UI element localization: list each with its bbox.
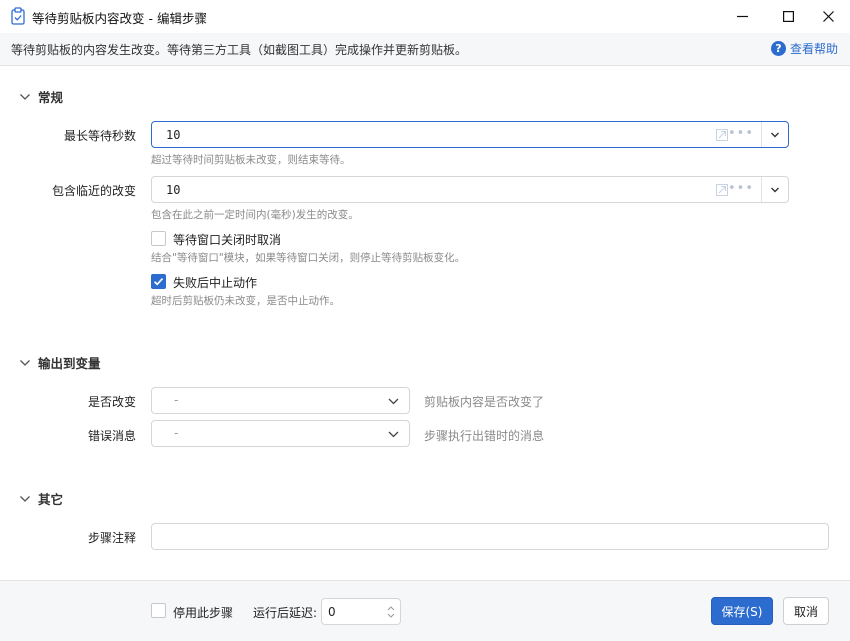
delay-value: 0: [328, 605, 336, 619]
include-recent-hint: 包含在此之前一定时间内(毫秒)发生的改变。: [151, 209, 359, 221]
changed-var-select[interactable]: -: [151, 387, 410, 414]
more-icon[interactable]: •••: [728, 126, 754, 141]
error-var-select[interactable]: -: [151, 420, 410, 447]
changed-var-label: 是否改变: [87, 395, 136, 409]
include-recent-field[interactable]: 10 •••: [151, 176, 789, 203]
changed-var-hint: 剪贴板内容是否改变了: [424, 395, 545, 409]
chevron-down-icon: [771, 187, 779, 192]
error-var-hint: 步骤执行出错时的消息: [424, 429, 545, 443]
chevron-down-icon: [20, 495, 30, 502]
max-wait-dropdown[interactable]: [761, 122, 788, 147]
expand-icon[interactable]: [716, 129, 728, 141]
cancel-on-close-label[interactable]: 等待窗口关闭时取消: [173, 231, 281, 248]
max-wait-label: 最长等待秒数: [63, 129, 136, 143]
stop-on-fail-hint: 超时后剪贴板仍未改变，是否中止动作。: [151, 295, 340, 307]
max-wait-field[interactable]: 10 •••: [151, 121, 789, 148]
minimize-icon: [736, 15, 748, 18]
save-button[interactable]: 保存(S): [711, 597, 773, 625]
note-label: 步骤注释: [87, 531, 136, 545]
clipboard-icon: [11, 7, 25, 25]
disable-step-label[interactable]: 停用此步骤: [173, 604, 233, 621]
stop-on-fail-label[interactable]: 失败后中止动作: [173, 274, 257, 291]
error-var-value: -: [174, 426, 179, 440]
more-icon[interactable]: •••: [728, 181, 754, 196]
spin-arrows-icon[interactable]: [386, 602, 396, 622]
include-recent-label: 包含临近的改变: [51, 184, 136, 198]
description-bar: 等待剪贴板的内容发生改变。等待第三方工具（如截图工具）完成操作并更新剪贴板。 ?…: [0, 33, 850, 66]
title-bar: 等待剪贴板内容改变 - 编辑步骤: [0, 0, 850, 33]
help-icon: ?: [771, 41, 786, 56]
cancel-button[interactable]: 取消: [783, 597, 829, 625]
chevron-down-icon: [388, 431, 399, 438]
max-wait-hint: 超过等待时间剪贴板未改变，则结束等待。: [151, 154, 351, 166]
changed-var-value: -: [174, 393, 179, 407]
chevron-down-icon: [388, 398, 399, 405]
cancel-on-close-checkbox[interactable]: [151, 231, 166, 246]
minimize-button[interactable]: [719, 0, 765, 33]
window-title: 等待剪贴板内容改变 - 编辑步骤: [32, 11, 207, 26]
chevron-down-icon: [20, 359, 30, 366]
section-output-toggle[interactable]: 输出到变量: [19, 353, 101, 372]
section-general-title: 常规: [38, 90, 64, 105]
section-output-title: 输出到变量: [38, 356, 101, 371]
note-input[interactable]: [151, 523, 829, 550]
section-other-toggle[interactable]: 其它: [19, 489, 63, 508]
include-recent-dropdown[interactable]: [761, 177, 788, 202]
max-wait-value: 10: [166, 128, 181, 142]
close-icon: [822, 11, 834, 22]
error-var-label: 错误消息: [87, 429, 136, 443]
delay-label: 运行后延迟:: [253, 606, 318, 620]
maximize-icon: [782, 11, 794, 22]
expand-icon[interactable]: [716, 184, 728, 196]
include-recent-value: 10: [166, 183, 181, 197]
stop-on-fail-checkbox[interactable]: [151, 274, 166, 289]
help-link[interactable]: ? 查看帮助: [771, 40, 838, 57]
help-label: 查看帮助: [790, 42, 839, 56]
section-other-title: 其它: [38, 492, 64, 507]
section-general-toggle[interactable]: 常规: [19, 87, 63, 106]
checkmark-icon: [153, 278, 164, 286]
close-button[interactable]: [805, 0, 850, 33]
chevron-down-icon: [20, 93, 30, 100]
delay-spinbox[interactable]: 0: [321, 598, 401, 625]
cancel-on-close-hint: 结合"等待窗口"模块，如果等待窗口关闭，则停止等待剪贴板变化。: [151, 252, 466, 264]
step-description: 等待剪贴板的内容发生改变。等待第三方工具（如截图工具）完成操作并更新剪贴板。: [11, 43, 468, 57]
footer-bar: 停用此步骤 运行后延迟: 0 保存(S) 取消: [0, 580, 850, 641]
disable-step-checkbox[interactable]: [151, 603, 166, 618]
chevron-down-icon: [771, 132, 779, 137]
